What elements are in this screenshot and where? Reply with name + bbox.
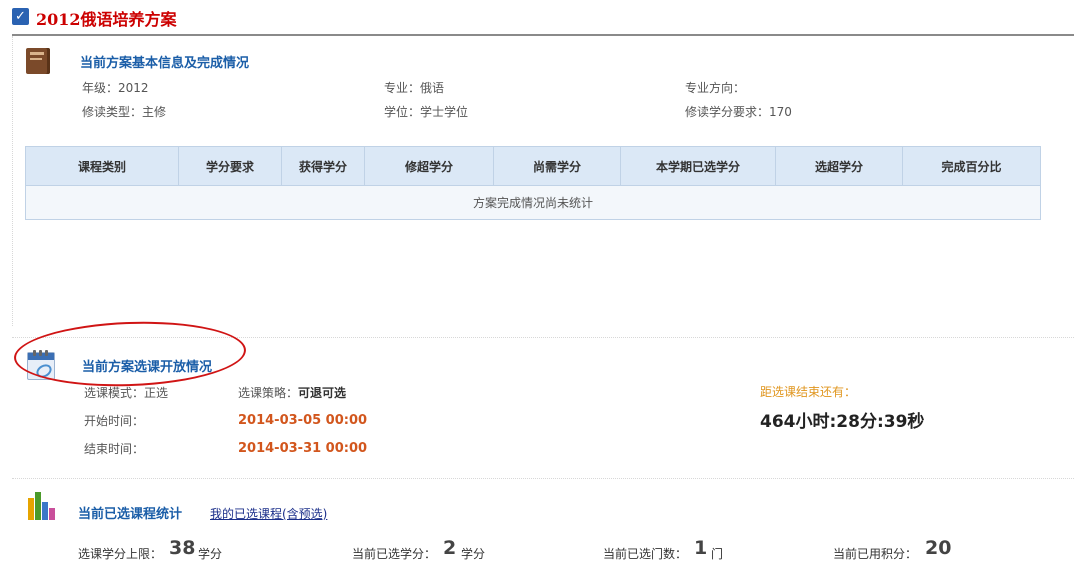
book-icon <box>26 48 50 74</box>
completion-table: 课程类别 学分要求 获得学分 修超学分 尚需学分 本学期已选学分 选超学分 完成… <box>25 146 1041 220</box>
left-guide <box>12 36 14 326</box>
start-time-value: 2014-03-05 00:00 <box>238 413 368 428</box>
degree-field: 学位：学士学位 <box>384 105 469 119</box>
major-field: 专业：俄语 <box>384 81 445 95</box>
policy-label: 选课策略： <box>238 386 299 400</box>
title-divider <box>12 34 1074 36</box>
direction-field: 专业方向： <box>685 81 746 95</box>
section-divider <box>12 478 1074 479</box>
table-header-row: 课程类别 学分要求 获得学分 修超学分 尚需学分 本学期已选学分 选超学分 完成… <box>25 146 1041 186</box>
page-title: 2012俄语培养方案 <box>36 10 177 29</box>
column-header: 学分要求 <box>178 146 282 186</box>
end-time-value: 2014-03-31 00:00 <box>238 441 368 456</box>
selected-credits-value: 2 <box>443 537 457 559</box>
bar-chart-icon <box>28 492 55 520</box>
selection-open-title: 当前方案选课开放情况 <box>82 360 213 375</box>
countdown-label: 距选课结束还有： <box>760 385 857 399</box>
policy-value: 可退可选 <box>298 386 347 400</box>
annotation-ellipse <box>12 317 248 391</box>
selection-mode: 选课模式：正选 <box>84 386 169 400</box>
empty-message: 方案完成情况尚未统计 <box>25 185 1041 220</box>
countdown-value: 464小时:28分:39秒 <box>760 412 925 432</box>
column-header: 修超学分 <box>364 146 494 186</box>
start-time-label: 开始时间： <box>84 414 145 428</box>
credit-limit-value: 38 <box>169 537 196 559</box>
selected-count-unit: 门 <box>711 547 724 561</box>
column-header: 本学期已选学分 <box>620 146 776 186</box>
credit-limit-unit: 学分 <box>198 547 223 561</box>
study-type-field: 修读类型：主修 <box>82 105 167 119</box>
selected-credits-unit: 学分 <box>461 547 486 561</box>
checkbox-icon: ✓ <box>12 8 29 25</box>
selected-credits-label: 当前已选学分： <box>352 547 437 561</box>
column-header: 获得学分 <box>281 146 365 186</box>
points-used-value: 20 <box>925 537 952 559</box>
selected-count-value: 1 <box>694 537 708 559</box>
column-header: 选超学分 <box>775 146 903 186</box>
end-time-label: 结束时间： <box>84 442 145 456</box>
credit-required-field: 修读学分要求：170 <box>685 105 792 119</box>
selected-count-label: 当前已选门数： <box>603 547 688 561</box>
points-used-label: 当前已用积分： <box>833 547 918 561</box>
column-header: 尚需学分 <box>493 146 621 186</box>
grade-field: 年级：2012 <box>82 81 149 95</box>
basic-info-title: 当前方案基本信息及完成情况 <box>80 56 250 71</box>
selected-stats-title: 当前已选课程统计 <box>78 507 183 522</box>
column-header: 课程类别 <box>25 146 179 186</box>
credit-limit-label: 选课学分上限： <box>78 547 163 561</box>
column-header: 完成百分比 <box>902 146 1041 186</box>
table-row: 方案完成情况尚未统计 <box>25 185 1041 220</box>
my-courses-link[interactable]: 我的已选课程(含预选) <box>210 505 327 522</box>
